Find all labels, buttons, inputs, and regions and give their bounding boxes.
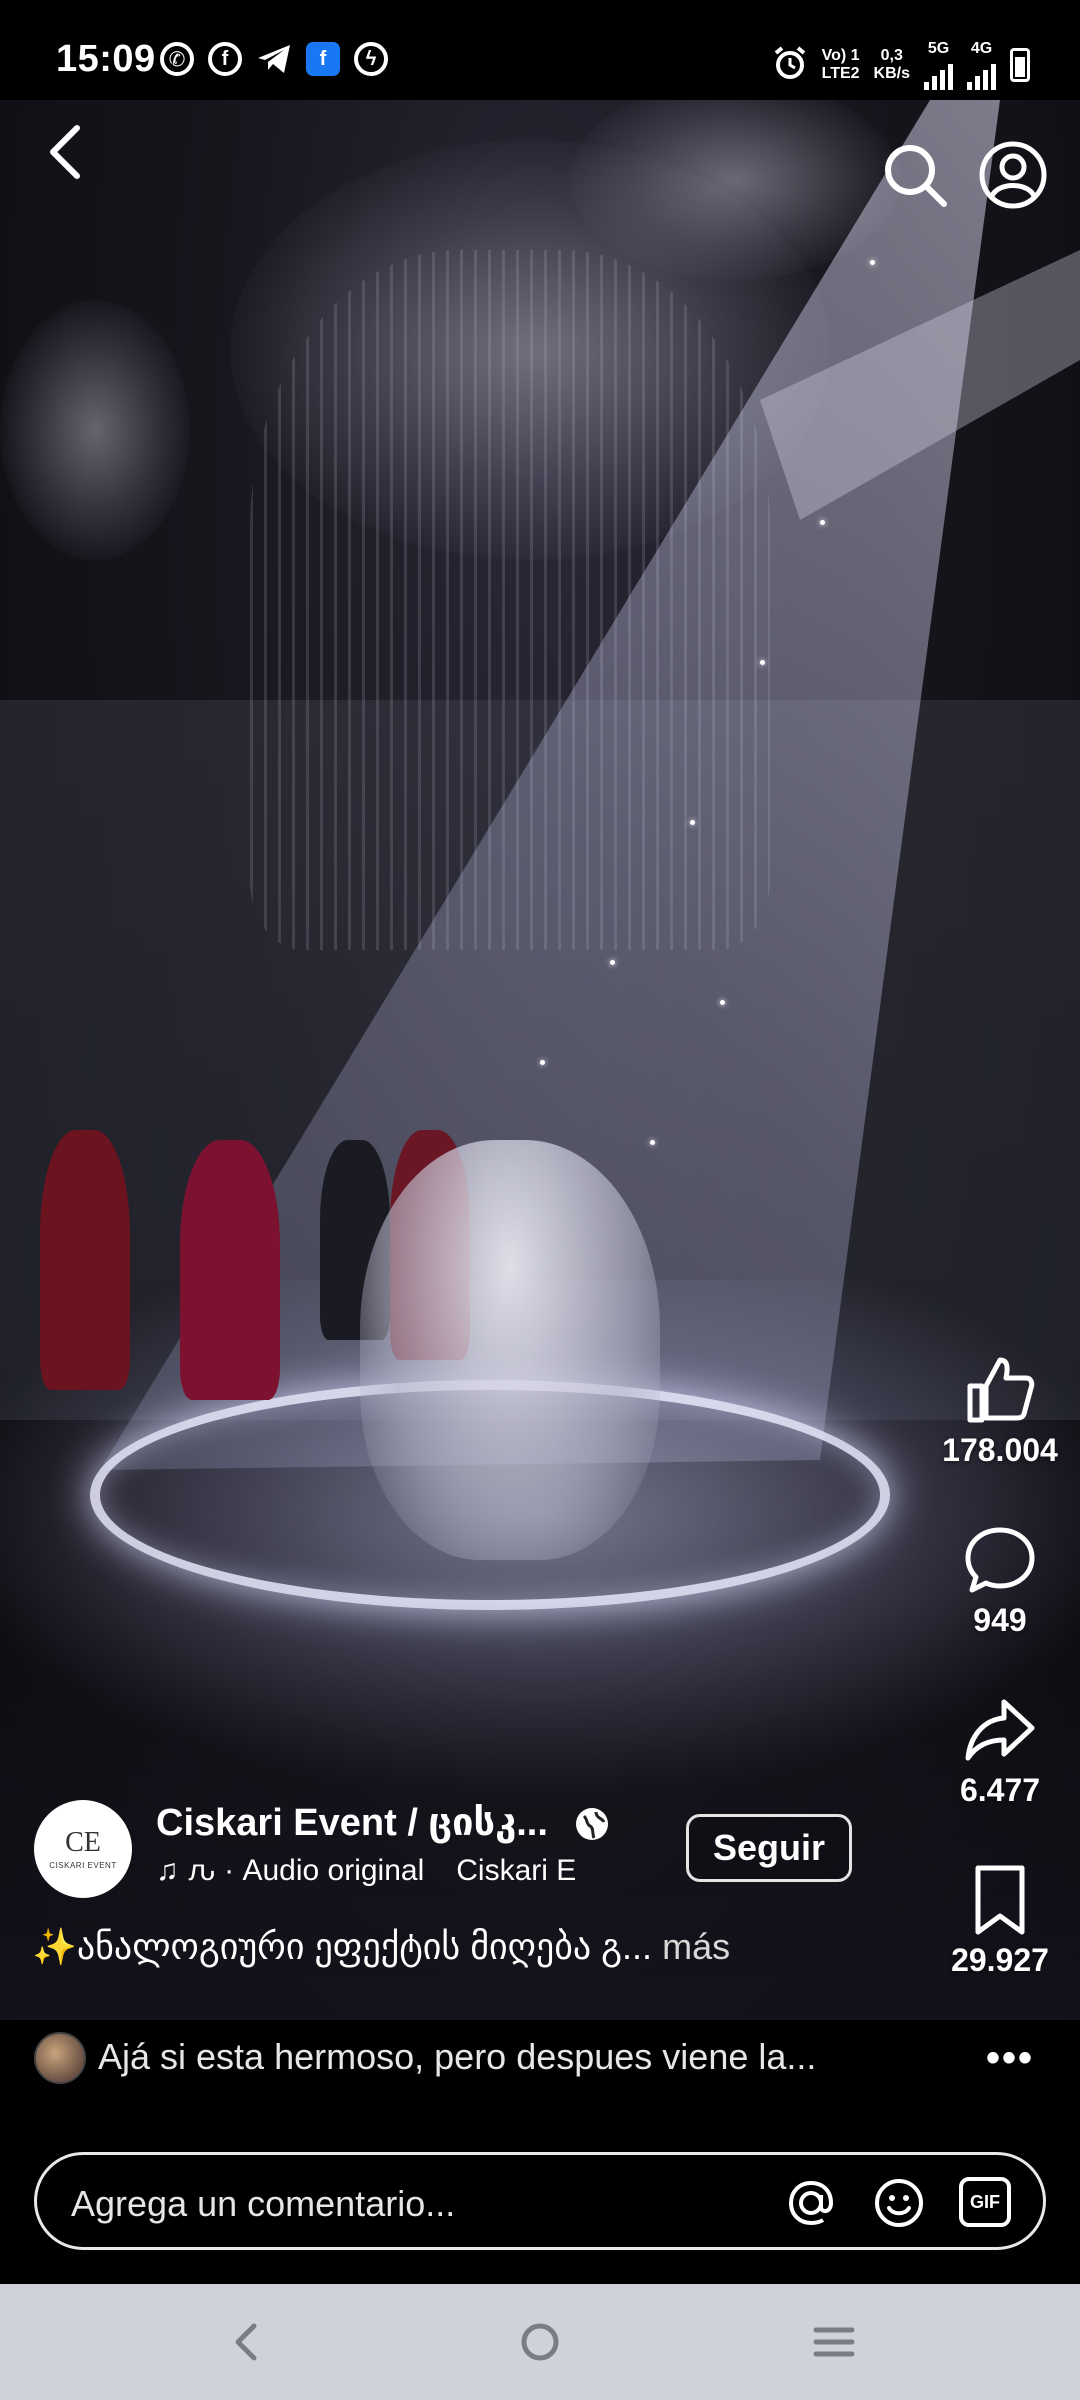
- profile-icon: [979, 141, 1047, 209]
- battery-icon: [1010, 48, 1030, 82]
- facebook-icon: f: [208, 42, 242, 76]
- author-row: CE CISKARI EVENT Ciskari Event / ცისკ...…: [34, 1800, 852, 1900]
- follow-button[interactable]: Seguir: [686, 1814, 852, 1882]
- bookmark-icon: [975, 1865, 1025, 1935]
- video-sparkle: [610, 960, 615, 965]
- comment-action[interactable]: 949: [920, 1524, 1080, 1639]
- share-icon: [965, 1699, 1035, 1761]
- status-bar: 15:09 ✆ f f ϟ Vo) 1 LTE2 0,3 KB/s 5G 4G: [0, 0, 1080, 100]
- gif-button[interactable]: GIF: [959, 2177, 1011, 2227]
- video-sparkle: [820, 520, 825, 525]
- search-icon: [885, 145, 947, 207]
- reel-video[interactable]: [0, 100, 1080, 2020]
- emoji-icon[interactable]: [871, 2175, 927, 2231]
- top-comment-row[interactable]: Ajá si esta hermoso, pero despues viene …: [0, 2020, 1080, 2110]
- network-speed: 0,3 KB/s: [873, 47, 910, 82]
- telegram-icon: [256, 42, 292, 81]
- nav-home-icon[interactable]: [510, 2312, 570, 2372]
- nav-menu-icon[interactable]: [804, 2312, 864, 2372]
- comment-icon: [965, 1527, 1035, 1593]
- like-action[interactable]: 178.004: [920, 1354, 1080, 1469]
- share-count: 6.477: [959, 1772, 1041, 1808]
- nav-back-icon[interactable]: [216, 2312, 276, 2372]
- system-nav-bar: [0, 2284, 1080, 2400]
- audio-credit: Ciskari E: [456, 1854, 577, 1887]
- globe-icon: [576, 1808, 608, 1840]
- comment-count: 949: [973, 1602, 1027, 1638]
- audio-label: ԉ · Audio original: [188, 1854, 425, 1887]
- back-arrow-icon: [50, 125, 80, 179]
- video-sparkle: [870, 260, 875, 265]
- author-avatar[interactable]: CE CISKARI EVENT: [34, 1800, 132, 1898]
- video-guest: [180, 1140, 280, 1400]
- signal-bars-icon: [924, 58, 953, 90]
- avatar-logo: CE: [65, 1826, 101, 1858]
- notification-icons: ✆ f f ϟ: [160, 42, 388, 81]
- caption-text: ✨ანალოგიური ეფექტის მიღება გ...: [32, 1926, 653, 1967]
- status-time: 15:09: [56, 38, 156, 80]
- audio-row[interactable]: ♫ ԉ · Audio original Ciskari E: [156, 1854, 636, 1888]
- system-status: Vo) 1 LTE2 0,3 KB/s 5G 4G: [772, 40, 1030, 90]
- author-name[interactable]: Ciskari Event / ცისკ...: [156, 1800, 548, 1845]
- comment-input-placeholder: Agrega un comentario...: [71, 2183, 456, 2224]
- back-button[interactable]: [30, 112, 100, 192]
- video-bride: [360, 1140, 660, 1560]
- music-note-icon: ♫: [156, 1854, 179, 1887]
- video-sparkle: [760, 660, 765, 665]
- save-count: 29.927: [951, 1942, 1049, 1978]
- top-comment-text: Ajá si esta hermoso, pero despues viene …: [98, 2036, 817, 2077]
- avatar-logo-text: CISKARI EVENT: [49, 1860, 117, 1870]
- messenger-icon: ϟ: [354, 42, 388, 76]
- video-sparkle: [690, 820, 695, 825]
- comment-input[interactable]: Agrega un comentario... GIF: [34, 2152, 1046, 2250]
- like-icon: [967, 1357, 1035, 1423]
- video-sparkle: [650, 1140, 655, 1145]
- save-action[interactable]: 29.927: [920, 1864, 1080, 1979]
- video-guest: [40, 1130, 130, 1390]
- signal-4g: 4G: [967, 40, 996, 90]
- signal-bars-icon: [967, 58, 996, 90]
- caption-more-link[interactable]: más: [662, 1926, 730, 1967]
- search-button[interactable]: [880, 140, 950, 210]
- mention-icon[interactable]: [783, 2175, 839, 2231]
- commenter-avatar: [34, 2032, 86, 2084]
- caption[interactable]: ✨ანალოგიური ეფექტის მიღება გ... más: [32, 1926, 932, 1968]
- profile-button[interactable]: [978, 140, 1048, 210]
- like-count: 178.004: [942, 1432, 1058, 1468]
- alarm-icon: [772, 45, 808, 86]
- share-action[interactable]: 6.477: [920, 1694, 1080, 1809]
- video-sparkle: [540, 1060, 545, 1065]
- facebook-square-icon: f: [306, 42, 340, 76]
- video-sparkle: [720, 1000, 725, 1005]
- more-options-icon[interactable]: •••: [986, 2036, 1034, 2081]
- signal-5g: 5G: [924, 40, 953, 90]
- whatsapp-icon: ✆: [160, 42, 194, 76]
- volte-indicator: Vo) 1 LTE2: [821, 47, 860, 82]
